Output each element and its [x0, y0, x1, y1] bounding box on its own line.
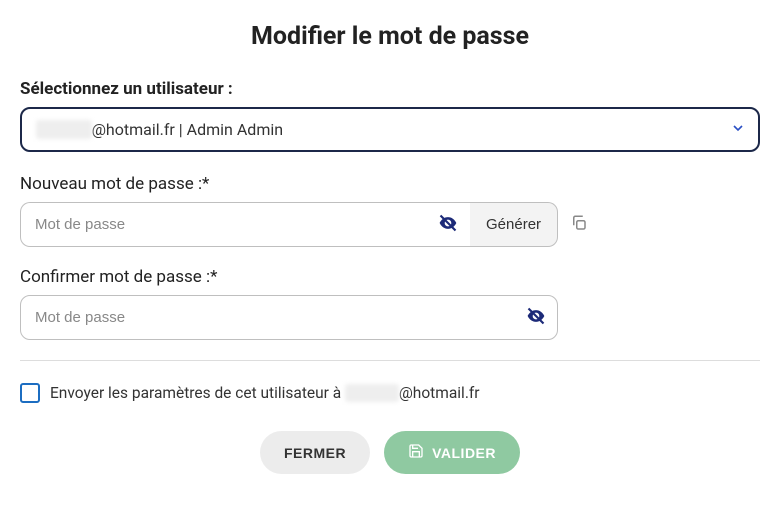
close-button[interactable]: Fermer — [260, 431, 370, 474]
divider — [20, 360, 760, 361]
confirm-password-label: Confirmer mot de passe :* — [20, 267, 760, 287]
new-password-input[interactable] — [20, 202, 470, 247]
user-select-value: @hotmail.fr | Admin Admin — [92, 120, 284, 139]
generate-button[interactable]: Générer — [470, 202, 558, 247]
eye-off-icon[interactable] — [526, 306, 546, 330]
send-params-label: Envoyer les paramètres de cet utilisateu… — [50, 384, 480, 402]
confirm-password-input[interactable] — [20, 295, 558, 340]
eye-off-icon[interactable] — [438, 213, 458, 237]
copy-icon[interactable] — [570, 214, 588, 236]
save-icon — [408, 443, 424, 462]
user-select-label: Sélectionnez un utilisateur : — [20, 79, 760, 99]
submit-button-label: Valider — [432, 445, 496, 461]
page-title: Modifier le mot de passe — [20, 22, 760, 51]
user-select[interactable]: xxxxxxx@hotmail.fr | Admin Admin — [20, 107, 760, 152]
new-password-label: Nouveau mot de passe :* — [20, 174, 760, 194]
send-params-checkbox[interactable] — [20, 383, 40, 403]
user-email-redacted: xxxxxxx — [36, 120, 92, 139]
submit-button[interactable]: Valider — [384, 431, 520, 474]
